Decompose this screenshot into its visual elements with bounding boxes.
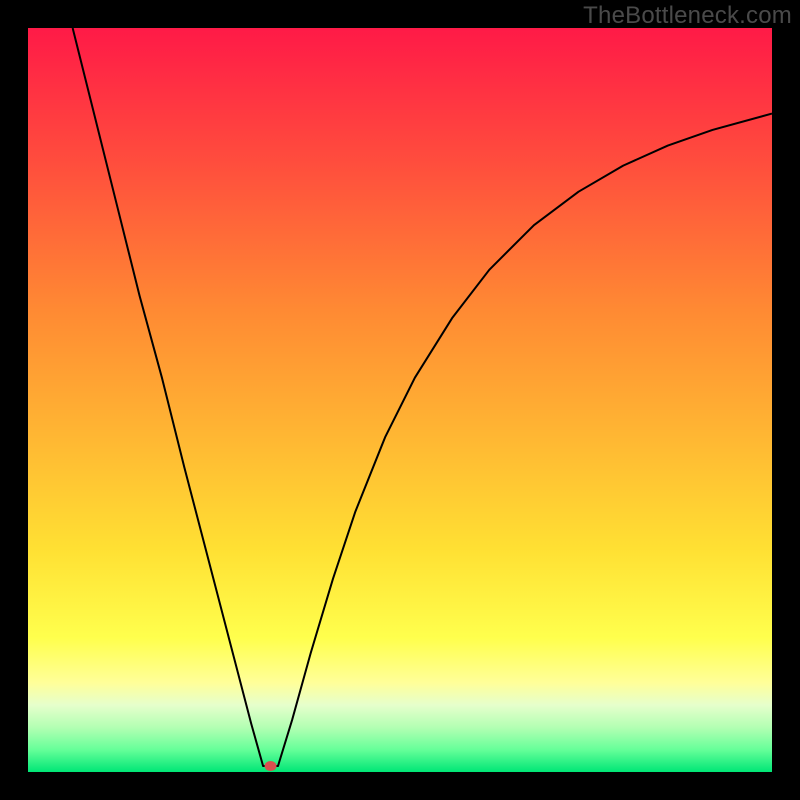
bottleneck-chart: [0, 0, 800, 800]
bottleneck-marker: [265, 761, 277, 771]
chart-container: TheBottleneck.com: [0, 0, 800, 800]
plot-area: [28, 28, 772, 772]
watermark-label: TheBottleneck.com: [583, 2, 792, 30]
